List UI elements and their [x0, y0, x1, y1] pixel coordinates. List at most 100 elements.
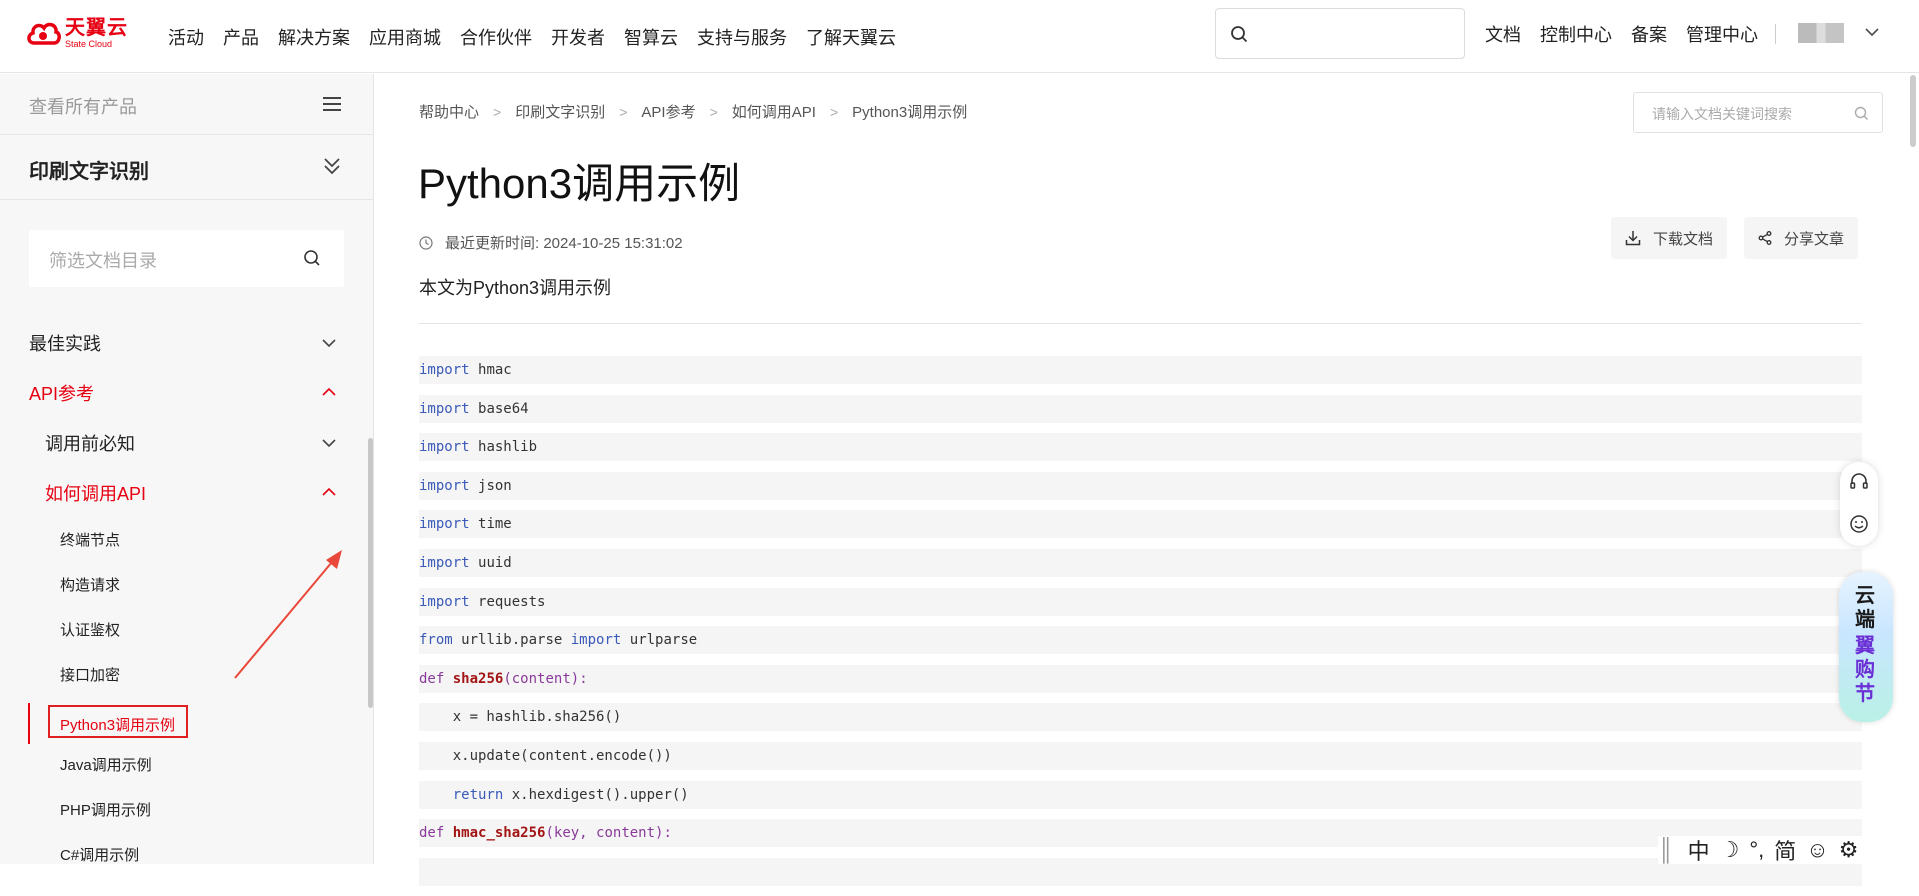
top-links: 文档 控制中心 备案 管理中心	[1485, 0, 1777, 68]
promo-char: 购	[1855, 659, 1875, 681]
top-link-icp[interactable]: 备案	[1631, 21, 1667, 47]
doc-search-input[interactable]: 请输入文档关键词搜索	[1633, 92, 1883, 133]
promo-char: 翼	[1855, 635, 1875, 657]
active-indicator	[28, 703, 30, 744]
sidebar-item-authentication[interactable]: 认证鉴权	[60, 619, 120, 640]
nav-item-developers[interactable]: 开发者	[551, 24, 605, 50]
nav-item-marketplace[interactable]: 应用商城	[369, 24, 441, 50]
sidebar-item-python3-example[interactable]: Python3调用示例	[48, 705, 188, 738]
breadcrumb-how-to-call[interactable]: 如何调用API	[732, 101, 816, 122]
sidebar-item-encryption[interactable]: 接口加密	[60, 664, 120, 685]
divider	[419, 323, 1862, 324]
chevron-down-icon[interactable]	[321, 338, 337, 348]
top-link-docs[interactable]: 文档	[1485, 21, 1521, 47]
nav-item-ai-compute[interactable]: 智算云	[624, 24, 678, 50]
brand-name: 天翼云	[65, 16, 128, 39]
sidebar-item-best-practices[interactable]: 最佳实践	[29, 330, 101, 356]
sidebar-item-api-reference[interactable]: API参考	[29, 380, 94, 406]
search-icon	[1231, 26, 1248, 43]
breadcrumb-api-reference[interactable]: API参考	[641, 101, 695, 122]
nav-item-about[interactable]: 了解天翼云	[806, 24, 896, 50]
page-title: Python3调用示例	[418, 160, 741, 207]
breadcrumb-current: Python3调用示例	[852, 104, 968, 121]
nav-item-products[interactable]: 产品	[223, 24, 259, 50]
all-products-row[interactable]: 查看所有产品	[0, 74, 373, 135]
top-link-management[interactable]: 管理中心	[1686, 21, 1758, 47]
code-line: import hashlib	[419, 433, 1862, 462]
nav-item-support[interactable]: 支持与服务	[697, 24, 787, 50]
ime-toolbar: ║ 中 ☽ °, 简 ☺ ⚙	[1658, 836, 1919, 864]
headset-icon[interactable]	[1849, 472, 1869, 492]
divider	[1775, 24, 1776, 44]
code-line: def hmac_sha256(key, content):	[419, 819, 1862, 848]
breadcrumb-separator: >	[709, 103, 718, 120]
nav-item-solutions[interactable]: 解决方案	[278, 24, 350, 50]
chevron-down-icon[interactable]	[321, 438, 337, 448]
main-nav: 活动 产品 解决方案 应用商城 合作伙伴 开发者 智算云 支持与服务 了解天翼云	[168, 0, 915, 73]
breadcrumb: 帮助中心 > 印刷文字识别 > API参考 > 如何调用API > Python…	[419, 101, 967, 122]
share-article-button[interactable]: 分享文章	[1744, 217, 1859, 259]
sidebar-item-java-example[interactable]: Java调用示例	[60, 754, 152, 775]
ime-emoji-icon[interactable]: ☺	[1806, 837, 1828, 863]
nav-item-activities[interactable]: 活动	[168, 24, 204, 50]
sidebar-item-build-request[interactable]: 构造请求	[60, 574, 120, 595]
last-updated-text: 最近更新时间: 2024-10-25 15:31:02	[445, 235, 683, 252]
download-doc-label: 下载文档	[1653, 230, 1714, 248]
download-doc-button[interactable]: 下载文档	[1611, 217, 1728, 259]
code-line: import hmac	[419, 356, 1862, 384]
chevron-up-icon[interactable]	[321, 387, 337, 397]
ime-handle[interactable]: ║	[1658, 837, 1674, 863]
share-article-label: 分享文章	[1784, 230, 1845, 248]
breadcrumb-help-center[interactable]: 帮助中心	[419, 101, 479, 122]
menu-icon[interactable]	[322, 96, 342, 112]
brand-logo[interactable]: 天翼云 State Cloud	[25, 17, 128, 49]
search-icon	[304, 250, 320, 266]
sidebar-scrollbar[interactable]	[368, 438, 373, 708]
download-icon	[1625, 231, 1641, 246]
product-name: 印刷文字识别	[29, 161, 149, 183]
doc-sidebar: 查看所有产品 印刷文字识别 筛选文档目录 最佳实践 API参考 调用前必知 如何…	[0, 74, 374, 864]
ime-punctuation[interactable]: °,	[1749, 837, 1764, 863]
top-navbar: 天翼云 State Cloud 活动 产品 解决方案 应用商城 合作伙伴 开发者…	[0, 0, 1919, 73]
breadcrumb-product[interactable]: 印刷文字识别	[515, 101, 605, 122]
smiley-icon[interactable]	[1849, 514, 1869, 534]
sidebar-item-csharp-example[interactable]: C#调用示例	[60, 844, 139, 864]
floating-tools	[1840, 462, 1878, 546]
ime-settings-icon[interactable]: ⚙	[1839, 837, 1859, 863]
breadcrumb-separator: >	[493, 103, 502, 120]
chevron-up-icon[interactable]	[321, 487, 337, 497]
active-item-label: Python3调用示例	[60, 717, 176, 734]
code-line: x = hashlib.sha256()	[419, 703, 1862, 732]
article-intro: 本文为Python3调用示例	[419, 278, 612, 298]
search-icon	[1854, 106, 1868, 120]
filter-input[interactable]: 筛选文档目录	[29, 230, 344, 287]
sidebar-item-how-to-call-api[interactable]: 如何调用API	[45, 480, 146, 506]
breadcrumb-separator: >	[619, 103, 628, 120]
cloud-logo-icon	[27, 22, 61, 45]
chevron-down-icon[interactable]	[1864, 26, 1880, 38]
code-line: def sha256(content):	[419, 664, 1862, 693]
product-selector[interactable]: 印刷文字识别	[0, 136, 373, 200]
sidebar-item-endpoints[interactable]: 终端节点	[60, 529, 120, 550]
sidebar-item-php-example[interactable]: PHP调用示例	[60, 799, 151, 820]
nav-item-partners[interactable]: 合作伙伴	[460, 24, 532, 50]
code-line: import json	[419, 471, 1862, 500]
share-icon	[1758, 231, 1772, 245]
global-search-input[interactable]	[1215, 8, 1465, 59]
doc-search-placeholder: 请输入文档关键词搜索	[1652, 106, 1792, 122]
page-scrollbar[interactable]	[1910, 75, 1916, 147]
code-line: from urllib.parse import urlparse	[419, 626, 1862, 655]
code-line: return x.hexdigest().upper()	[419, 780, 1862, 809]
avatar[interactable]	[1798, 23, 1844, 43]
ime-simplified[interactable]: 简	[1774, 834, 1796, 866]
promo-char: 端	[1855, 609, 1875, 631]
ime-chinese-mode[interactable]: 中	[1688, 834, 1710, 866]
filter-placeholder: 筛选文档目录	[49, 251, 157, 271]
annotation-arrow	[234, 550, 342, 679]
code-line: import requests	[419, 587, 1862, 616]
ime-moon-icon[interactable]: ☽	[1720, 837, 1740, 863]
top-link-console[interactable]: 控制中心	[1540, 21, 1612, 47]
promo-badge[interactable]: 云 端 翼 购 节	[1839, 572, 1893, 722]
sidebar-item-before-calling[interactable]: 调用前必知	[45, 430, 135, 456]
double-chevron-down-icon[interactable]	[322, 156, 342, 176]
